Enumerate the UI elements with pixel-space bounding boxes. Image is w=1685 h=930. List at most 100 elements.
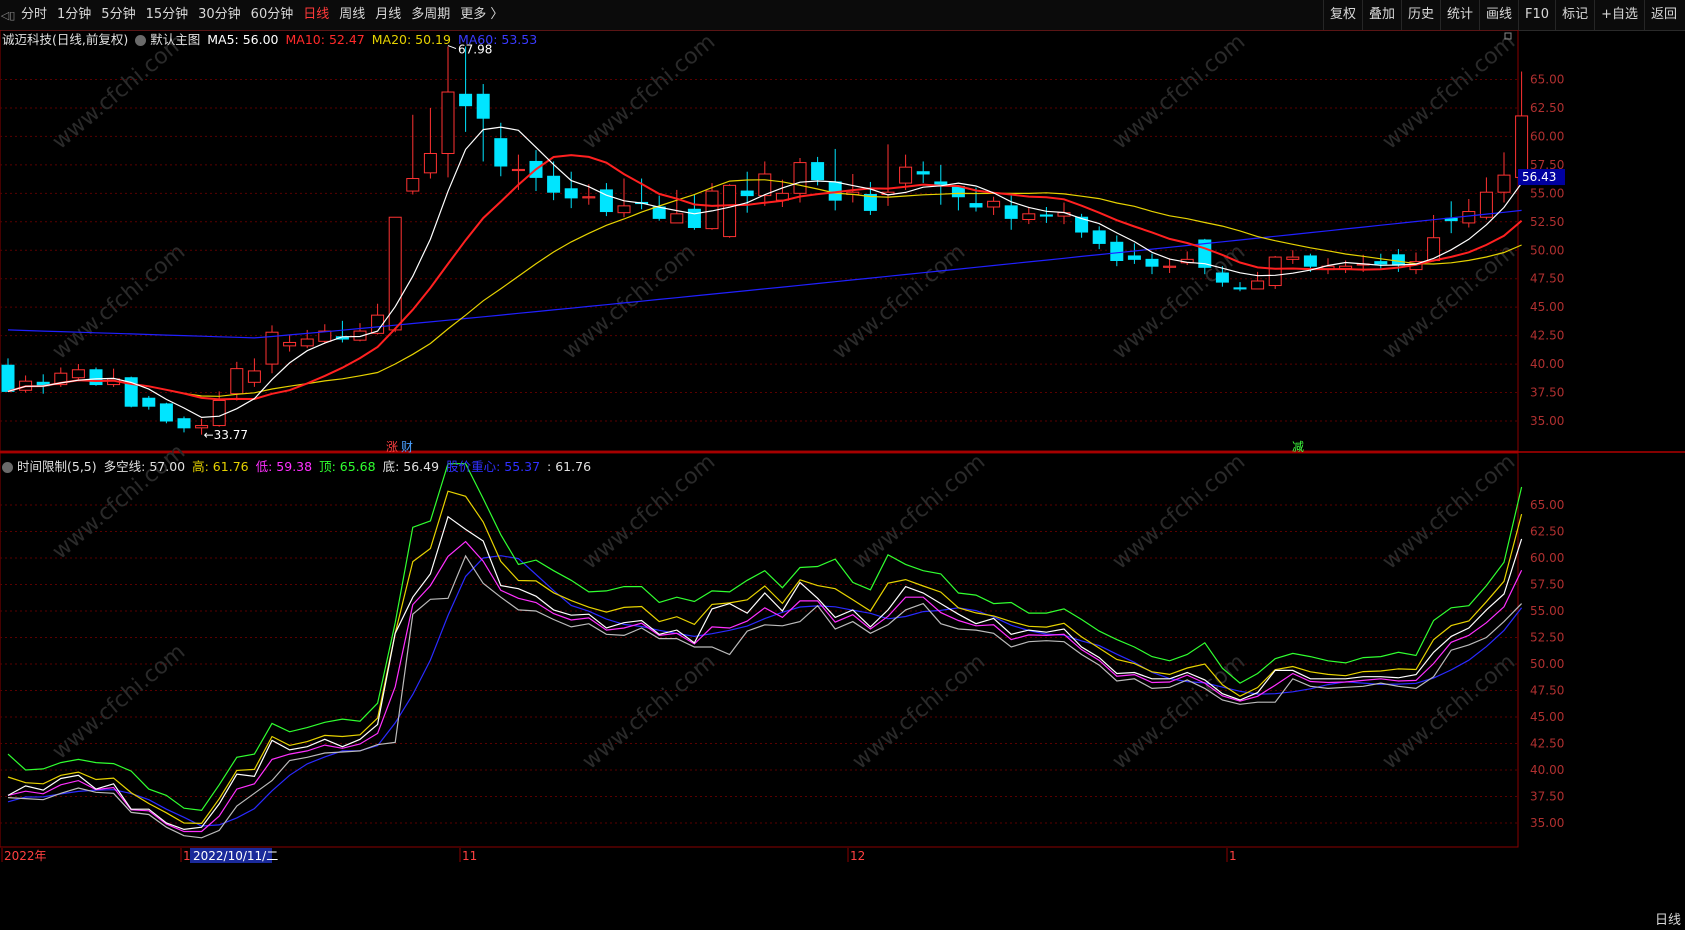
candle-body (1215, 272, 1229, 283)
candle-body (159, 403, 173, 422)
candle-body (1497, 174, 1511, 193)
sub-axis-label: 35.00 (1530, 816, 1564, 830)
main-indicator-name[interactable]: 默认主图 (150, 31, 200, 49)
low-label: ←33.77 (204, 428, 248, 442)
watermark: www.cfchi.com (848, 649, 990, 774)
period-tab-9[interactable]: 多周期 (406, 0, 455, 30)
sub-indicator-settings-icon[interactable] (2, 461, 13, 473)
price-axis-label: 62.50 (1530, 101, 1564, 115)
candle-body (793, 162, 807, 194)
period-tab-6[interactable]: 日线 (298, 0, 334, 30)
period-tab-5[interactable]: 60分钟 (246, 0, 299, 30)
candle-body (811, 162, 825, 181)
sub-axis-label: 65.00 (1530, 498, 1564, 512)
event-marker-cai: 财 (401, 440, 413, 454)
toolbar-button-0[interactable]: 复权 (1322, 0, 1362, 30)
candle-body (687, 208, 701, 228)
sub-high-value: 高: 61.76 (192, 459, 249, 474)
toolbar-button-6[interactable]: 标记 (1555, 0, 1594, 30)
date-label-m1: 1 (1229, 849, 1237, 863)
period-tab-0[interactable]: 分时 (16, 0, 52, 30)
period-tab-10[interactable]: 更多 〉 (455, 0, 508, 30)
toolbar-button-1[interactable]: 叠加 (1361, 0, 1401, 30)
watermark: www.cfchi.com (1378, 30, 1520, 155)
dk-line (7, 515, 1523, 831)
period-tab-7[interactable]: 周线 (334, 0, 370, 30)
period-toolbar: ◁▯ 分时 1分钟 5分钟 15分钟 30分钟 60分钟 日线 周线 月线 多周期 更多 〉 复权叠… (0, 0, 1685, 31)
candle-body (1233, 287, 1247, 290)
toolbar-button-7[interactable]: +自选 (1594, 0, 1644, 30)
candle-body (987, 200, 1001, 208)
date-label-m12: 12 (850, 849, 865, 863)
candle-body (71, 369, 85, 379)
period-tab-1[interactable]: 1分钟 (52, 0, 96, 30)
toolbar-button-8[interactable]: 返回 (1643, 0, 1683, 30)
candle-body (476, 93, 490, 119)
candle-body (1391, 254, 1405, 266)
watermark: www.cfchi.com (848, 449, 990, 574)
period-tab-3[interactable]: 15分钟 (141, 0, 194, 30)
event-marker-zhang: 涨 (386, 439, 398, 454)
price-axis-label: 47.50 (1530, 272, 1564, 286)
ma5-value: MA5: 56.00 (207, 32, 279, 47)
toolbar-button-2[interactable]: 历史 (1400, 0, 1440, 30)
sub-top-value: 顶: 65.68 (319, 459, 376, 474)
sub-indicator-name[interactable]: 时间限制(5,5) (17, 458, 97, 476)
candle-body (89, 369, 103, 386)
ma60-line (7, 209, 1522, 339)
toolbar-actions: 复权 叠加 历史 统计 画线 F10 标记 +自选 返回 (1322, 0, 1683, 30)
sub-chart-header: 时间限制(5,5) 多空线: 57.00 高: 61.76 低: 59.38 顶… (2, 458, 598, 476)
stock-chart[interactable]: 65.00 62.50 60.00 57.50 55.00 52.50 50.00 47.50… (0, 30, 1685, 930)
price-axis-label: 40.00 (1530, 357, 1564, 371)
candle-body (441, 91, 455, 154)
candle-body (511, 168, 525, 172)
bottom-period-tab[interactable]: 日线 (1655, 909, 1681, 928)
candle-body (1, 364, 15, 392)
candle-body (1515, 115, 1529, 178)
sub-panel-frame (0, 452, 1519, 848)
sub-axis-label: 37.50 (1530, 790, 1564, 804)
candle-body (230, 368, 244, 395)
toolbar-button-5[interactable]: F10 (1518, 0, 1555, 30)
toolbar-button-3[interactable]: 统计 (1440, 0, 1479, 30)
candle-body (617, 205, 631, 214)
sub-axis-label: 52.50 (1530, 631, 1564, 645)
price-axis-label: 35.00 (1530, 414, 1564, 428)
dk-line-value: 多空线: 57.00 (103, 459, 186, 474)
candle-body (1427, 237, 1441, 261)
candle-body (582, 196, 596, 199)
date-label-m11: 11 (462, 849, 477, 863)
candle-body (142, 397, 156, 407)
candle-body (1251, 280, 1265, 290)
period-tab-8[interactable]: 月线 (370, 0, 406, 30)
indicator-settings-icon[interactable] (135, 34, 147, 46)
watermark: www.cfchi.com (1108, 30, 1250, 155)
current-price-label: 56.43 (1522, 170, 1556, 184)
period-tab-4[interactable]: 30分钟 (193, 0, 246, 30)
main-chart-header: 诚迈科技(日线,前复权) 默认主图 MA5: 56.00 MA10: 52.47… (2, 31, 544, 49)
candle-body (1004, 205, 1018, 219)
candle-body (758, 173, 772, 197)
candle-body (406, 178, 420, 192)
candle-body (1163, 265, 1177, 268)
period-tabs: 分时 1分钟 5分钟 15分钟 30分钟 60分钟 日线 周线 月线 多周期 更多 〉 (16, 0, 508, 30)
menu-grip-icon[interactable]: ◁▯ (0, 0, 16, 30)
candle-body (564, 188, 578, 199)
main-panel-frame (0, 30, 1519, 452)
period-tab-2[interactable]: 5分钟 (96, 0, 140, 30)
sub-axis-label: 45.00 (1530, 710, 1564, 724)
sub-axis-label: 50.00 (1530, 657, 1564, 671)
candle-body (1303, 255, 1317, 267)
bottom-line (7, 554, 1523, 839)
price-axis-label: 50.00 (1530, 243, 1564, 257)
sub-axis-label: 42.50 (1530, 737, 1564, 751)
watermark: www.cfchi.com (578, 649, 720, 774)
candle-body (1145, 258, 1159, 267)
price-axis-label: 65.00 (1530, 73, 1564, 87)
ma10-value: MA10: 52.47 (285, 32, 365, 47)
candle-body (1462, 211, 1476, 224)
candle-body (969, 203, 983, 208)
toolbar-button-4[interactable]: 画线 (1479, 0, 1518, 30)
price-axis-label: 55.00 (1530, 186, 1564, 200)
sub-axis-label: 62.50 (1530, 525, 1564, 539)
